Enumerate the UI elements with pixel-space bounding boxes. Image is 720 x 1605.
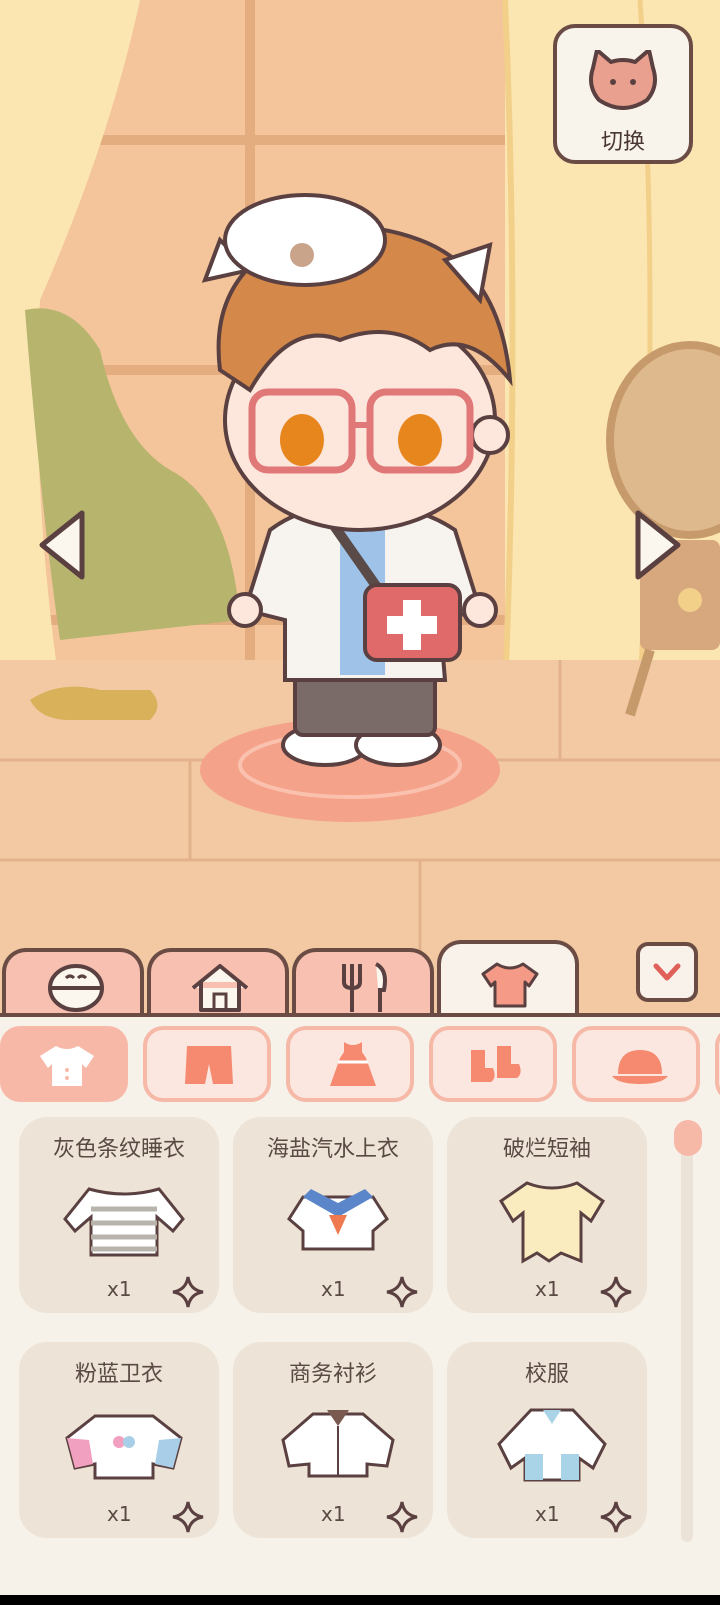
scrollbar-track[interactable] [681,1122,693,1542]
subcategory-bar [0,1026,720,1106]
category-tabbar [0,940,720,1023]
sparkle-icon[interactable] [171,1500,205,1534]
bottom-edge [0,1595,720,1605]
subcat-tops[interactable] [0,1026,128,1102]
sparkle-icon[interactable] [171,1275,205,1309]
sparkle-icon[interactable] [599,1275,633,1309]
torn-tshirt-icon [498,1181,606,1264]
item-card[interactable]: 灰色条纹睡衣 x1 [19,1117,219,1313]
item-name: 破烂短袖 [502,1137,591,1162]
shorts-icon [185,1046,233,1084]
subcat-bottoms[interactable] [143,1026,271,1102]
switch-button-label: 切换 [600,130,645,155]
item-quantity: x1 [321,1277,346,1301]
sparkle-icon[interactable] [385,1500,419,1534]
character[interactable] [190,170,530,780]
fork-knife-icon [342,962,387,1012]
shoes-icon [471,1046,521,1082]
tab-clothing[interactable] [437,940,579,1023]
tab-home[interactable] [147,948,289,1023]
subcat-more[interactable] [715,1026,720,1102]
pink-blue-hoodie-icon [65,1414,183,1480]
chevron-down-icon [653,963,681,981]
item-quantity: x1 [535,1277,560,1301]
switch-button[interactable]: 切换 [553,24,693,164]
shirt-icon [481,962,539,1008]
subcat-shoes[interactable] [429,1026,557,1102]
tab-face[interactable] [2,948,144,1023]
sailor-top-icon [287,1189,389,1251]
school-uniform-icon [497,1408,607,1482]
item-quantity: x1 [535,1502,560,1526]
business-shirt-icon [281,1410,395,1478]
tab-food[interactable] [292,948,434,1023]
item-name: 商务衬衫 [288,1362,377,1387]
item-card[interactable]: 海盐汽水上衣 x1 [233,1117,433,1313]
item-name: 海盐汽水上衣 [266,1137,399,1162]
subcat-hats[interactable] [572,1026,700,1102]
item-card[interactable]: 破烂短袖 x1 [447,1117,647,1313]
top-icon [40,1046,94,1086]
next-arrow-icon[interactable] [628,505,688,585]
hat-icon [612,1050,668,1084]
item-name: 粉蓝卫衣 [74,1362,163,1387]
subcat-dresses[interactable] [286,1026,414,1102]
cat-face-icon [589,50,657,110]
item-quantity: x1 [321,1502,346,1526]
item-card[interactable]: 商务衬衫 x1 [233,1342,433,1538]
item-card[interactable]: 粉蓝卫衣 x1 [19,1342,219,1538]
face-icon [48,964,104,1012]
item-quantity: x1 [107,1277,132,1301]
scrollbar-thumb[interactable] [674,1120,702,1156]
item-name: 灰色条纹睡衣 [52,1137,185,1162]
striped-pajama-icon [63,1187,185,1257]
item-card[interactable]: 校服 x1 [447,1342,647,1538]
sparkle-icon[interactable] [599,1500,633,1534]
house-icon [191,964,249,1012]
panel-divider [0,1013,720,1017]
item-quantity: x1 [107,1502,132,1526]
collapse-panel-button[interactable] [636,942,698,1002]
item-name: 校服 [524,1362,569,1387]
previous-arrow-icon[interactable] [32,505,92,585]
dress-icon [330,1042,376,1086]
sparkle-icon[interactable] [385,1275,419,1309]
